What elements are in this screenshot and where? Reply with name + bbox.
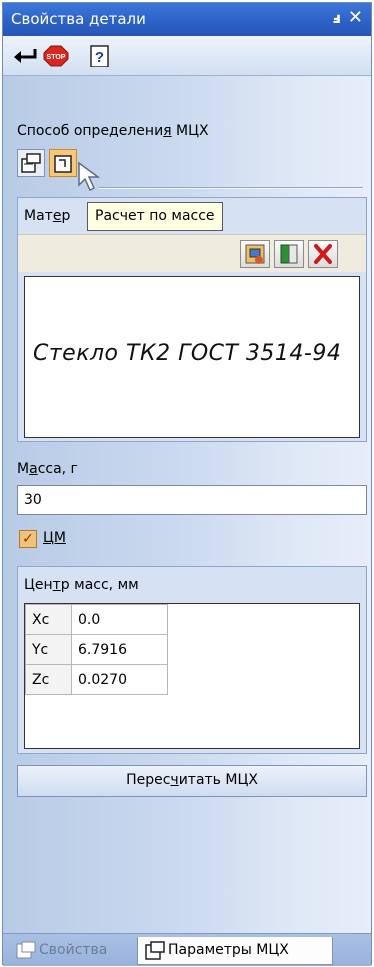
coord-value[interactable]: 6.7916	[71, 634, 168, 665]
section-divider	[99, 187, 363, 188]
coord-value[interactable]: 0.0	[71, 604, 168, 635]
method-label: Способ определения МЦХ	[17, 123, 209, 139]
properties-icon	[16, 941, 36, 959]
mass-label: Масса, г	[17, 461, 78, 477]
tab-properties[interactable]: Свойства	[9, 937, 135, 965]
material-value: Стекло ТК2 ГОСТ 3514-94	[33, 341, 342, 366]
by-mass-button[interactable]	[49, 149, 77, 177]
center-of-mass-group: Центр масс, мм Xc 0.0 Yc 6.7916 Zc 0.027…	[17, 566, 367, 754]
table-row: Yc 6.7916	[25, 634, 168, 665]
properties-panel: Свойства детали ⅎ ✕ STOP ? Способ опреде…	[2, 2, 372, 966]
material-toolbar	[18, 234, 366, 272]
book-icon	[280, 244, 298, 264]
cm-checkbox[interactable]: ✓	[19, 530, 37, 548]
panel-title: Свойства детали	[11, 10, 146, 28]
title-bar: Свойства детали ⅎ ✕	[3, 3, 371, 36]
tab-mch-parameters[interactable]: Параметры МЦХ	[137, 937, 333, 965]
coord-key: Yc	[25, 634, 72, 665]
table-row: Xc 0.0	[25, 604, 168, 635]
tooltip: Расчет по массе	[87, 202, 223, 231]
coordinates-table-area: Xc 0.0 Yc 6.7916 Zc 0.0270	[24, 603, 360, 749]
delete-icon	[314, 244, 332, 264]
coord-key: Xc	[25, 604, 72, 635]
tab-label: Параметры МЦХ	[168, 942, 289, 958]
tab-bar: Свойства Параметры МЦХ	[3, 933, 371, 966]
center-of-mass-header: Центр масс, мм	[24, 577, 139, 593]
stop-text: STOP	[47, 54, 66, 61]
by-mass-icon	[54, 155, 72, 173]
material-library-icon	[245, 244, 265, 264]
enter-arrow-icon[interactable]	[11, 45, 39, 67]
help-icon[interactable]: ?	[89, 45, 111, 67]
cm-label: ЦМ	[43, 530, 66, 546]
mch-parameters-icon	[145, 941, 165, 960]
by-density-button[interactable]	[17, 149, 45, 177]
coord-value[interactable]: 0.0270	[71, 664, 168, 695]
mass-input[interactable]	[17, 485, 367, 515]
material-text-area[interactable]: Стекло ТК2 ГОСТ 3514-94	[24, 276, 360, 438]
coord-key: Zc	[25, 664, 72, 695]
tab-label: Свойства	[39, 942, 108, 958]
recalculate-button[interactable]: Пересчитать МЦХ	[17, 765, 367, 797]
table-row: Zc 0.0270	[25, 664, 168, 695]
material-book-button[interactable]	[274, 240, 304, 268]
pin-icon[interactable]: ⅎ	[333, 9, 341, 27]
material-library-button[interactable]	[240, 240, 270, 268]
svg-text:?: ?	[95, 49, 104, 66]
by-density-icon	[21, 153, 41, 173]
remove-material-button[interactable]	[308, 240, 338, 268]
main-toolbar: STOP ?	[3, 36, 371, 76]
coordinates-table: Xc 0.0 Yc 6.7916 Zc 0.0270	[25, 604, 168, 695]
stop-icon[interactable]: STOP	[43, 45, 69, 67]
close-icon[interactable]: ✕	[348, 7, 363, 28]
mouse-cursor-icon	[78, 161, 101, 192]
material-group: Матер Стекло ТК2 ГОСТ 3514-94	[17, 197, 367, 442]
